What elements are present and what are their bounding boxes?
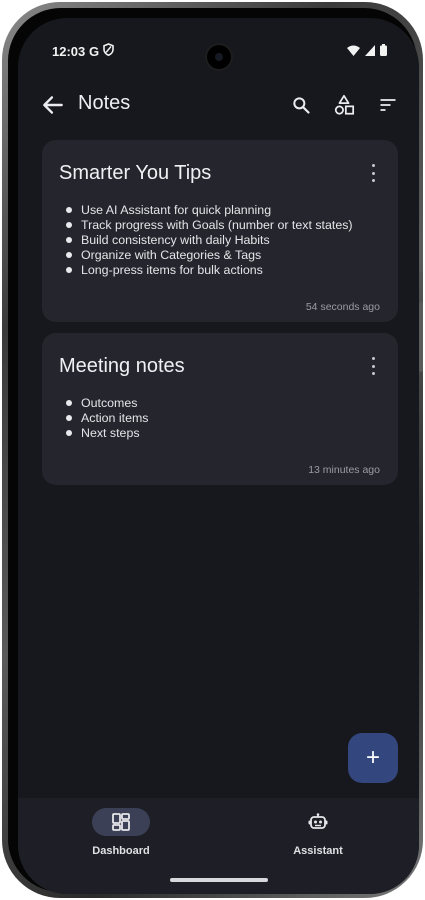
nav-item-assistant[interactable]: Assistant xyxy=(263,808,373,857)
note-title: Smarter You Tips xyxy=(59,162,212,184)
nav-label: Dashboard xyxy=(92,845,150,857)
nav-item-dashboard[interactable]: Dashboard xyxy=(66,808,176,857)
front-camera xyxy=(207,45,231,69)
note-bullet: Organize with Categories & Tags xyxy=(66,247,353,262)
power-button xyxy=(419,302,423,372)
categories-button[interactable] xyxy=(331,92,357,118)
wifi-icon xyxy=(347,45,360,56)
screen: 12:03 G Notes Smarter You Tips Use AI As… xyxy=(18,18,419,894)
shapes-icon xyxy=(334,94,355,115)
note-bullet: Outcomes xyxy=(66,395,148,410)
google-icon: G xyxy=(89,44,100,59)
note-card[interactable]: Smarter You Tips Use AI Assistant for qu… xyxy=(42,140,398,322)
status-time: 12:03 xyxy=(52,44,86,59)
dashboard-icon xyxy=(112,813,130,831)
gesture-bar[interactable] xyxy=(170,878,268,882)
phone-frame: 12:03 G Notes Smarter You Tips Use AI As… xyxy=(2,2,423,898)
add-note-button[interactable]: + xyxy=(348,733,398,783)
search-icon xyxy=(293,97,310,114)
note-bullet-list: Outcomes Action items Next steps xyxy=(66,395,148,440)
page-title: Notes xyxy=(78,92,131,114)
note-bullet: Use AI Assistant for quick planning xyxy=(66,202,353,217)
more-vert-icon[interactable] xyxy=(368,357,378,375)
note-title: Meeting notes xyxy=(59,355,185,377)
note-bullet: Action items xyxy=(66,410,148,425)
sort-icon xyxy=(380,99,396,111)
status-bar: 12:03 G xyxy=(18,18,419,70)
note-timestamp: 13 minutes ago xyxy=(308,464,380,476)
note-card[interactable]: Meeting notes Outcomes Action items Next… xyxy=(42,333,398,485)
status-icons xyxy=(347,44,387,56)
app-bar: Notes xyxy=(18,80,419,130)
search-button[interactable] xyxy=(288,92,314,118)
more-vert-icon[interactable] xyxy=(368,164,378,182)
note-bullet: Long-press items for bulk actions xyxy=(66,262,353,277)
robot-icon xyxy=(308,813,328,829)
shield-icon xyxy=(103,43,114,56)
note-bullet: Next steps xyxy=(66,425,148,440)
note-bullet: Track progress with Goals (number or tex… xyxy=(66,217,353,232)
bottom-navigation: Dashboard Assistant xyxy=(18,798,419,894)
nav-indicator xyxy=(92,808,150,836)
note-bullet-list: Use AI Assistant for quick planning Trac… xyxy=(66,202,353,277)
phone-bezel: 12:03 G Notes Smarter You Tips Use AI As… xyxy=(8,8,419,894)
signal-icon xyxy=(365,44,375,56)
volume-button xyxy=(419,232,423,272)
nav-indicator xyxy=(289,808,347,836)
plus-icon: + xyxy=(365,744,380,771)
nav-label: Assistant xyxy=(293,845,343,857)
back-arrow-icon[interactable] xyxy=(40,92,66,118)
note-timestamp: 54 seconds ago xyxy=(305,301,380,313)
battery-icon xyxy=(380,44,387,56)
sort-button[interactable] xyxy=(375,92,401,118)
note-bullet: Build consistency with daily Habits xyxy=(66,232,353,247)
